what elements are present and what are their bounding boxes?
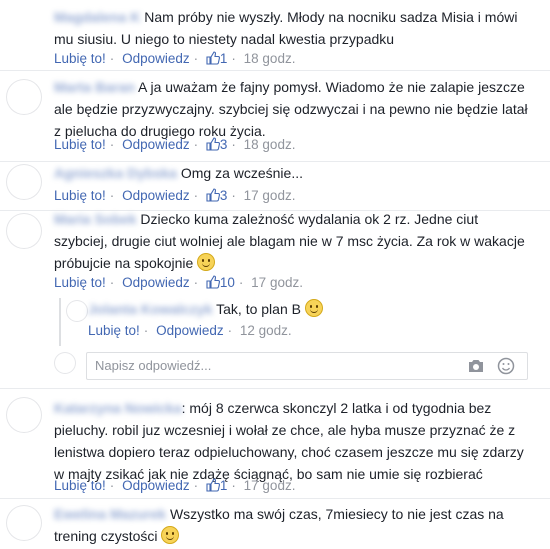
camera-icon[interactable] [467, 358, 485, 374]
smile-emoji-icon [161, 526, 180, 544]
comment-time[interactable]: 18 godz. [244, 51, 296, 66]
comment-actions: Lubię to! · Odpowiedz · 3 · 18 godz. [54, 137, 296, 152]
thumbs-up-icon [206, 51, 220, 65]
thumbs-up-icon [206, 188, 220, 202]
comment-text: Marta Baran A ja uważam że fajny pomysł.… [54, 76, 532, 142]
reply-link[interactable]: Odpowiedz [122, 188, 190, 203]
reply-link[interactable]: Odpowiedz [156, 323, 224, 338]
thumbs-up-icon [206, 137, 220, 151]
reply-text: Jolanta Kowalczyk Tak, to plan B [88, 298, 532, 320]
thumbs-up-icon [206, 478, 220, 492]
comment-text: Maria Sobek Dziecko kuma zależność wydal… [54, 208, 532, 274]
comment-author[interactable]: Maria Sobek [54, 211, 136, 227]
comment-text: Magdalena K Nam próby nie wyszły. Młody … [54, 6, 532, 50]
comment-author[interactable]: Agnieszka Dybska [54, 165, 177, 181]
comment-time[interactable]: 12 godz. [240, 323, 292, 338]
reply-actions: Lubię to! · Odpowiedz · 12 godz. [88, 323, 292, 338]
reply-link[interactable]: Odpowiedz [122, 275, 190, 290]
comment-time[interactable]: 17 godz. [244, 188, 296, 203]
like-link[interactable]: Lubię to! [54, 275, 106, 290]
thumbs-up-icon [206, 275, 220, 289]
like-count[interactable]: 3 [206, 188, 227, 203]
comment-time[interactable]: 17 godz. [251, 275, 303, 290]
like-count[interactable]: 1 [206, 51, 227, 66]
reply-author[interactable]: Jolanta Kowalczyk [88, 301, 213, 317]
comment-author[interactable]: Ewelina Mazurek [54, 506, 166, 522]
comment-actions: Lubię to! · Odpowiedz · 1 · 18 godz. [54, 51, 296, 66]
like-link[interactable]: Lubię to! [88, 323, 140, 338]
comment-author[interactable]: Magdalena K [54, 9, 140, 25]
comment: Magdalena K Nam próby nie wyszły. Młody … [0, 0, 550, 70]
comment-time[interactable]: 18 godz. [244, 137, 296, 152]
like-link[interactable]: Lubię to! [54, 478, 106, 493]
comment-actions: Lubię to! · Odpowiedz · 1 · 17 godz. [54, 478, 296, 493]
avatar[interactable] [6, 164, 42, 200]
comment-text: Agnieszka Dybska Omg za wcześnie... [54, 162, 532, 184]
like-count[interactable]: 1 [206, 478, 227, 493]
comment-time[interactable]: 17 godz. [244, 478, 296, 493]
smile-emoji-icon [304, 299, 323, 317]
comment-author[interactable]: Marta Baran [54, 79, 135, 95]
reply: Jolanta Kowalczyk Tak, to plan B Lubię t… [0, 298, 550, 346]
comment-text: Katarzyna Nowicka: mój 8 czerwca skonczy… [54, 397, 532, 485]
avatar[interactable] [6, 505, 42, 541]
reply-link[interactable]: Odpowiedz [122, 51, 190, 66]
avatar[interactable] [6, 397, 42, 433]
smile-emoji-icon [197, 253, 216, 271]
avatar[interactable] [6, 213, 42, 249]
comment-author[interactable]: Katarzyna Nowicka [54, 400, 182, 416]
reply-link[interactable]: Odpowiedz [122, 478, 190, 493]
avatar[interactable] [6, 79, 42, 115]
like-link[interactable]: Lubię to! [54, 137, 106, 152]
comment: Marta Baran A ja uważam że fajny pomysł.… [0, 71, 550, 161]
like-link[interactable]: Lubię to! [54, 188, 106, 203]
comment: Katarzyna Nowicka: mój 8 czerwca skonczy… [0, 389, 550, 499]
comment: Ewelina Mazurek Wszystko ma swój czas, 7… [0, 499, 550, 549]
comment: Maria Sobek Dziecko kuma zależność wydal… [0, 211, 550, 296]
like-count[interactable]: 10 [206, 275, 235, 290]
emoji-picker-icon[interactable] [497, 357, 515, 375]
reply-body: Tak, to plan B [216, 301, 301, 317]
avatar[interactable] [66, 300, 88, 322]
reply-input[interactable] [93, 357, 397, 374]
like-link[interactable]: Lubię to! [54, 51, 106, 66]
reply-input-box[interactable] [86, 352, 528, 380]
reply-link[interactable]: Odpowiedz [122, 137, 190, 152]
comment-actions: Lubię to! · Odpowiedz · 10 · 17 godz. [54, 275, 303, 290]
comment: Agnieszka Dybska Omg za wcześnie... Lubi… [0, 162, 550, 212]
like-count[interactable]: 3 [206, 137, 227, 152]
comment-body: Omg za wcześnie... [180, 165, 303, 181]
comment-text: Ewelina Mazurek Wszystko ma swój czas, 7… [54, 503, 532, 547]
comment-actions: Lubię to! · Odpowiedz · 3 · 17 godz. [54, 188, 296, 203]
avatar [54, 352, 76, 374]
